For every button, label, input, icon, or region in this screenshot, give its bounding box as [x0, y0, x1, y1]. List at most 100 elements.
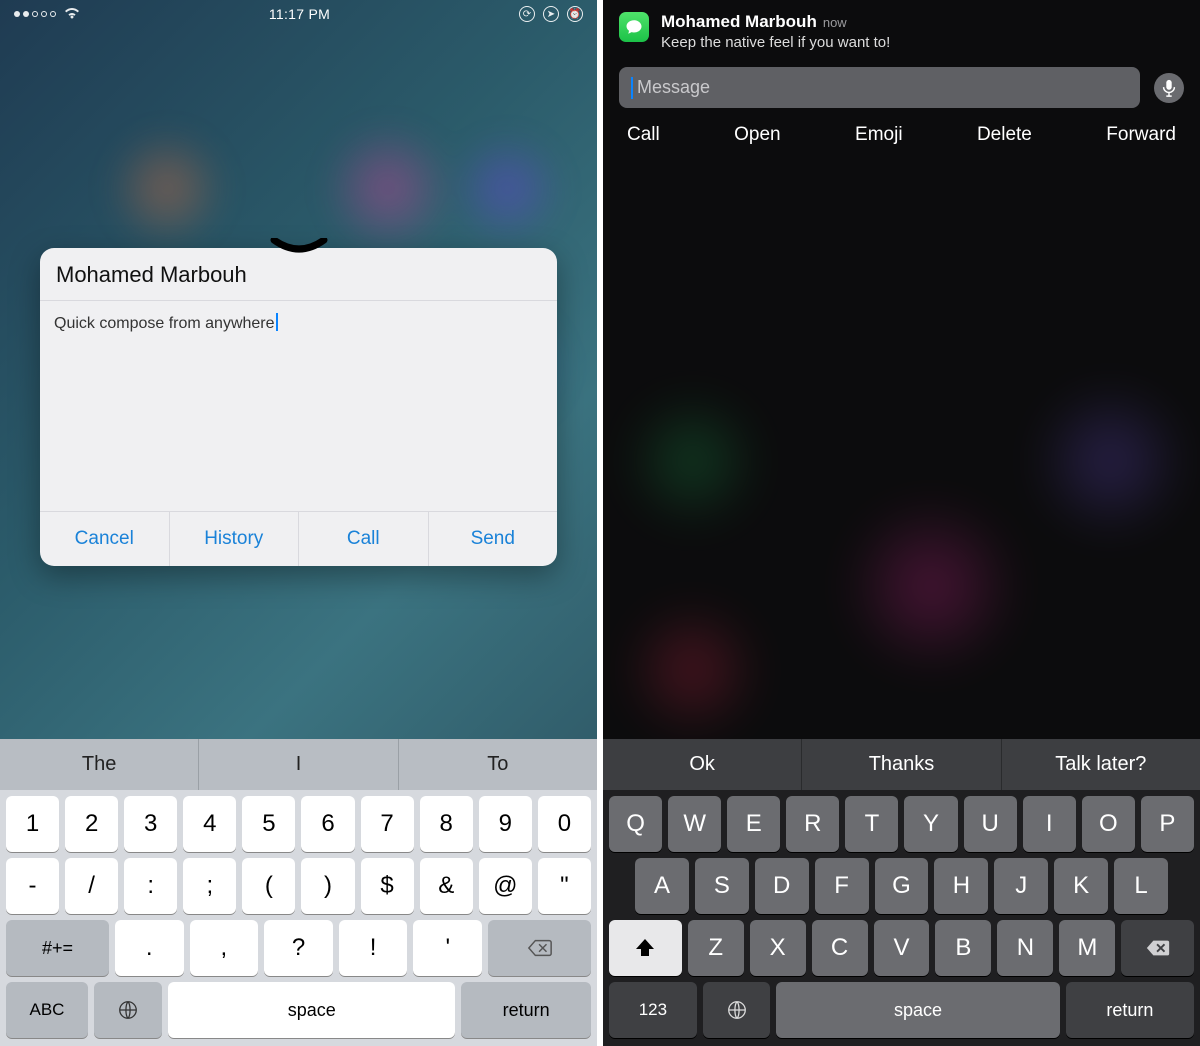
key[interactable]: G	[875, 858, 929, 914]
key[interactable]: Q	[609, 796, 662, 852]
keyboard-light: The I To 1 2 3 4 5 6 7 8 9 0 - / : ;	[0, 739, 597, 1046]
key[interactable]: $	[361, 858, 414, 914]
left-phone: 11:17 PM ⟳ ➤ ⏰ Mohamed Marbouh Quick com…	[0, 0, 597, 1046]
shift-key[interactable]	[609, 920, 682, 976]
backspace-key[interactable]	[488, 920, 591, 976]
key[interactable]: 9	[479, 796, 532, 852]
key[interactable]: -	[6, 858, 59, 914]
key[interactable]: R	[786, 796, 839, 852]
key[interactable]: @	[479, 858, 532, 914]
key[interactable]: 4	[183, 796, 236, 852]
symbols-key[interactable]: #+=	[6, 920, 109, 976]
key[interactable]: M	[1059, 920, 1115, 976]
return-key[interactable]: return	[461, 982, 591, 1038]
dictation-button[interactable]	[1154, 73, 1184, 103]
action-delete[interactable]: Delete	[977, 124, 1032, 146]
key[interactable]: T	[845, 796, 898, 852]
call-button[interactable]: Call	[299, 512, 429, 566]
history-button[interactable]: History	[170, 512, 300, 566]
key[interactable]: 6	[301, 796, 354, 852]
key[interactable]: F	[815, 858, 869, 914]
key[interactable]: '	[413, 920, 482, 976]
key[interactable]: V	[874, 920, 930, 976]
backspace-key[interactable]	[1121, 920, 1194, 976]
reply-placeholder: Message	[637, 77, 710, 97]
reply-input[interactable]: Message	[619, 67, 1140, 108]
messages-app-icon	[619, 12, 649, 42]
key[interactable]: 3	[124, 796, 177, 852]
key[interactable]: S	[695, 858, 749, 914]
key[interactable]: /	[65, 858, 118, 914]
key[interactable]: 8	[420, 796, 473, 852]
key[interactable]: N	[997, 920, 1053, 976]
suggestion[interactable]: Talk later?	[1002, 739, 1200, 790]
suggestion-bar: The I To	[0, 739, 597, 790]
space-key[interactable]: space	[168, 982, 455, 1038]
compose-text-area[interactable]: Quick compose from anywhere	[40, 301, 557, 511]
notification-time: now	[823, 15, 847, 30]
key[interactable]: Z	[688, 920, 744, 976]
notification-message: Keep the native feel if you want to!	[661, 34, 890, 51]
suggestion[interactable]: The	[0, 739, 199, 790]
key[interactable]: W	[668, 796, 721, 852]
action-open[interactable]: Open	[734, 124, 780, 146]
send-button[interactable]: Send	[429, 512, 558, 566]
key[interactable]: ,	[190, 920, 259, 976]
abc-key[interactable]: ABC	[6, 982, 88, 1038]
key[interactable]: (	[242, 858, 295, 914]
key[interactable]: L	[1114, 858, 1168, 914]
orientation-lock-icon: ⟳	[519, 6, 535, 22]
key[interactable]: D	[755, 858, 809, 914]
action-call[interactable]: Call	[627, 124, 660, 146]
globe-key[interactable]	[94, 982, 162, 1038]
key[interactable]: 2	[65, 796, 118, 852]
key[interactable]: ;	[183, 858, 236, 914]
key[interactable]: 1	[6, 796, 59, 852]
action-emoji[interactable]: Emoji	[855, 124, 903, 146]
key[interactable]: !	[339, 920, 408, 976]
globe-key[interactable]	[703, 982, 771, 1038]
key[interactable]: Y	[904, 796, 957, 852]
key[interactable]: C	[812, 920, 868, 976]
return-key[interactable]: return	[1066, 982, 1194, 1038]
numbers-key[interactable]: 123	[609, 982, 697, 1038]
suggestion[interactable]: I	[199, 739, 398, 790]
card-grabber-icon[interactable]	[270, 238, 328, 256]
suggestion[interactable]: To	[399, 739, 597, 790]
quick-action-row: Call Open Emoji Delete Forward	[603, 112, 1200, 160]
key[interactable]: A	[635, 858, 689, 914]
right-phone: Mohamed Marbouhnow Keep the native feel …	[603, 0, 1200, 1046]
key[interactable]: O	[1082, 796, 1135, 852]
key[interactable]: 5	[242, 796, 295, 852]
key[interactable]: E	[727, 796, 780, 852]
key[interactable]: &	[420, 858, 473, 914]
status-time: 11:17 PM	[269, 6, 330, 22]
key[interactable]: :	[124, 858, 177, 914]
cancel-button[interactable]: Cancel	[40, 512, 170, 566]
key[interactable]: 0	[538, 796, 591, 852]
key[interactable]: ?	[264, 920, 333, 976]
action-forward[interactable]: Forward	[1106, 124, 1176, 146]
suggestion[interactable]: Thanks	[802, 739, 1001, 790]
key[interactable]: "	[538, 858, 591, 914]
key[interactable]: U	[964, 796, 1017, 852]
key[interactable]: I	[1023, 796, 1076, 852]
wifi-icon	[64, 7, 80, 22]
compose-text: Quick compose from anywhere	[54, 315, 275, 332]
location-icon: ➤	[543, 6, 559, 22]
space-key[interactable]: space	[776, 982, 1060, 1038]
key[interactable]: H	[934, 858, 988, 914]
signal-dots-icon	[14, 11, 56, 17]
quick-compose-card: Mohamed Marbouh Quick compose from anywh…	[40, 248, 557, 566]
key[interactable]: X	[750, 920, 806, 976]
notification-banner[interactable]: Mohamed Marbouhnow Keep the native feel …	[603, 0, 1200, 61]
key[interactable]: P	[1141, 796, 1194, 852]
key[interactable]: K	[1054, 858, 1108, 914]
text-cursor	[631, 77, 633, 99]
key[interactable]: B	[935, 920, 991, 976]
key[interactable]: 7	[361, 796, 414, 852]
key[interactable]: .	[115, 920, 184, 976]
key[interactable]: J	[994, 858, 1048, 914]
suggestion[interactable]: Ok	[603, 739, 802, 790]
key[interactable]: )	[301, 858, 354, 914]
